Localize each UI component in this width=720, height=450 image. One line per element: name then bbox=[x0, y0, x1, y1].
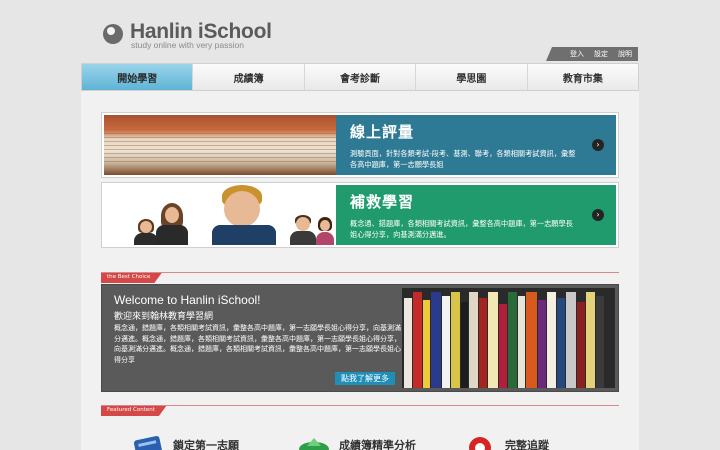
divider bbox=[101, 405, 619, 406]
feature-label: 鎖定第一志願 bbox=[173, 439, 239, 450]
logo-subtitle: study online with very passion bbox=[131, 40, 244, 50]
welcome-banner: Welcome to Hanlin iSchool! 歡迎來到翰林教育學習網 概… bbox=[101, 284, 619, 392]
chevron-right-icon[interactable]: › bbox=[592, 139, 604, 151]
feature-gradebook-analysis[interactable]: 成績簿精準分析 bbox=[297, 434, 416, 450]
online-assessment-card[interactable]: 線上評量 測驗頁面，針對各類考試-段考、基測、聯考，各類相關考試資訊，彙整各高中… bbox=[101, 112, 619, 178]
welcome-title: Welcome to Hanlin iSchool! bbox=[114, 293, 261, 307]
learn-more-button[interactable]: 點我了解更多 bbox=[335, 372, 395, 385]
help-link[interactable]: 說明 bbox=[618, 49, 632, 59]
feature-complete-tracking[interactable]: 完整追蹤 bbox=[463, 434, 549, 450]
content-panel: 線上評量 測驗頁面，針對各類考試-段考、基測、聯考，各類相關考試資訊，彙整各高中… bbox=[81, 91, 639, 450]
card-title: 線上評量 bbox=[350, 123, 415, 141]
nav-tab-learning-garden[interactable]: 學思園 bbox=[416, 64, 528, 90]
remedial-learning-card[interactable]: 補救學習 概念通、錯題庫，各類相關考試資訊，彙整各高中題庫，第一志願學長姐心得分… bbox=[101, 182, 619, 248]
open-book-photo bbox=[104, 115, 336, 175]
featured-content-tag: Featured Content bbox=[101, 405, 167, 416]
login-link[interactable]: 登入 bbox=[570, 49, 584, 59]
analysis-icon bbox=[297, 434, 331, 450]
feature-label: 完整追蹤 bbox=[505, 439, 549, 450]
card-title: 補救學習 bbox=[350, 193, 415, 211]
settings-link[interactable]: 設定 bbox=[594, 49, 608, 59]
main-nav: 開始學習 成績簿 會考診斷 學思園 教育市集 bbox=[81, 63, 639, 91]
feature-label: 成績簿精準分析 bbox=[339, 439, 416, 450]
best-choice-tag: the Best Choice bbox=[101, 272, 162, 283]
welcome-subtitle: 歡迎來到翰林教育學習網 bbox=[114, 312, 214, 322]
bookshelf-photo bbox=[402, 288, 615, 388]
nav-tab-gradebook[interactable]: 成績簿 bbox=[193, 64, 305, 90]
feature-target-first-choice[interactable]: 鎖定第一志願 bbox=[131, 434, 239, 450]
nav-tab-education-market[interactable]: 教育市集 bbox=[528, 64, 638, 90]
chevron-right-icon[interactable]: › bbox=[592, 209, 604, 221]
tracking-icon bbox=[463, 434, 497, 450]
nav-tab-exam-diagnosis[interactable]: 會考診斷 bbox=[305, 64, 417, 90]
welcome-body: 概念通，錯題庫，各類相關考試資訊，彙整各高中題庫，第一志願學長姐心得分享，向基測… bbox=[114, 324, 401, 364]
card-description: 測驗頁面，針對各類考試-段考、基測、聯考，各類相關考試資訊，彙整各高中題庫，第一… bbox=[350, 149, 576, 169]
divider bbox=[101, 272, 619, 273]
nav-tab-start-learning[interactable]: 開始學習 bbox=[82, 64, 194, 90]
logo-icon[interactable] bbox=[103, 24, 123, 44]
card-description: 概念通、錯題庫，各類相關考試資訊，彙整各高中題庫，第一志願學長姐心得分享，向基測… bbox=[350, 219, 573, 239]
students-photo bbox=[104, 185, 336, 245]
utility-bar: 登入 設定 說明 bbox=[546, 47, 638, 61]
header: Hanlin iSchool study online with very pa… bbox=[0, 0, 720, 62]
target-icon bbox=[131, 434, 165, 450]
